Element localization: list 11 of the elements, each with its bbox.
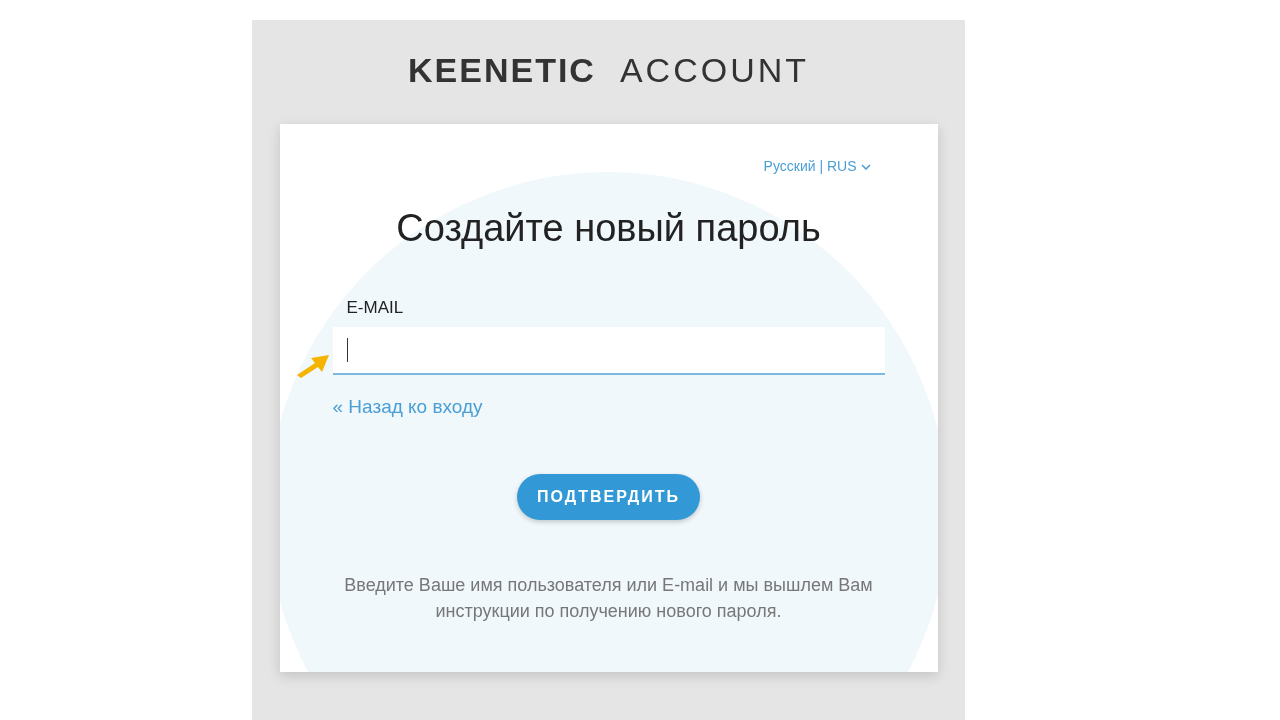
chevron-down-icon <box>860 163 871 170</box>
submit-button[interactable]: ПОДТВЕРДИТЬ <box>517 473 700 520</box>
logo-product: ACCOUNT <box>619 53 809 87</box>
page-title: Создайте новый пароль <box>395 206 822 251</box>
text-cursor <box>346 338 348 362</box>
instructions-text: Введите Ваше имя пользователя или E-mail и мы вышлем Вам инструкции по получению нового пароля. <box>343 573 874 623</box>
email-label: E-MAIL <box>346 296 405 319</box>
language-selector[interactable]: Русский | RUS <box>763 156 871 177</box>
email-field[interactable] <box>332 327 885 375</box>
back-to-login-link[interactable]: « Назад ко входу <box>332 396 483 417</box>
logo-brand: KEENETIC <box>408 53 596 87</box>
